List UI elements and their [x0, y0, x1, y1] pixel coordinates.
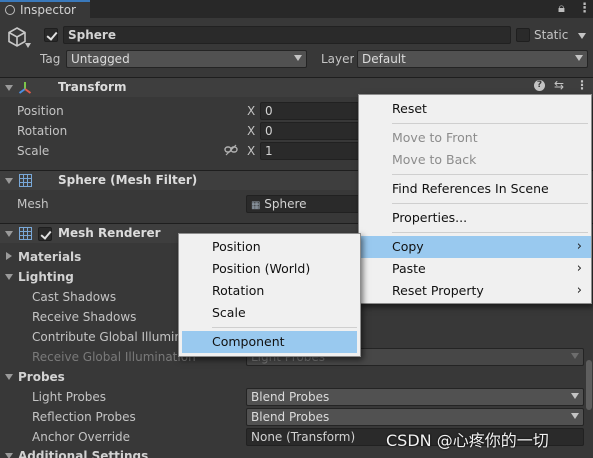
menu-separator: [212, 327, 357, 328]
static-dropdown-arrow[interactable]: [578, 33, 586, 39]
static-checkbox[interactable]: [516, 28, 530, 42]
menu-item-move-to-front: Move to Front: [392, 130, 478, 145]
more-options-icon[interactable]: ⋮: [576, 78, 588, 92]
foldout-arrow-icon[interactable]: [5, 85, 13, 91]
probes-foldout-icon[interactable]: [5, 374, 13, 380]
mesh-filter-icon: [19, 174, 32, 187]
submenu-item-rotation[interactable]: Rotation: [179, 280, 360, 302]
menu-separator: [392, 203, 588, 204]
menu-separator: [392, 232, 588, 233]
transform-icon: [18, 82, 32, 94]
position-label[interactable]: Position: [17, 104, 64, 118]
foldout-arrow-icon[interactable]: [5, 231, 13, 237]
mesh-filter-title: Sphere (Mesh Filter): [58, 173, 198, 187]
tag-value: Untagged: [71, 52, 130, 66]
additional-settings-foldout-icon[interactable]: [5, 453, 13, 458]
receive-shadows-label[interactable]: Receive Shadows: [32, 310, 136, 324]
additional-settings-label[interactable]: Additional Settings: [18, 449, 148, 458]
mesh-value: Sphere: [264, 197, 307, 211]
contribute-gi-label[interactable]: Contribute Global Illumina: [32, 330, 178, 344]
scrollbar-thumb[interactable]: [586, 360, 592, 410]
position-x-field[interactable]: 0: [260, 102, 360, 120]
rotation-x-field[interactable]: 0: [260, 122, 360, 140]
materials-label[interactable]: Materials: [18, 250, 81, 264]
position-x-axis[interactable]: X: [247, 104, 255, 118]
materials-foldout-icon[interactable]: [6, 252, 12, 260]
scale-x-axis[interactable]: X: [247, 144, 255, 158]
submenu-item-component[interactable]: Component: [182, 331, 357, 353]
menu-item-paste-label: Paste: [392, 261, 426, 276]
chevron-down-icon: [294, 55, 302, 61]
mesh-renderer-icon: [19, 227, 32, 240]
menu-item-find-references[interactable]: Find References In Scene: [359, 178, 591, 200]
submenu-item-position[interactable]: Position: [179, 236, 360, 258]
copy-submenu: Position Position (World) Rotation Scale…: [178, 233, 361, 357]
scale-label[interactable]: Scale: [17, 144, 49, 158]
submenu-item-position-world[interactable]: Position (World): [179, 258, 360, 280]
mesh-field[interactable]: ▦ Sphere: [246, 195, 360, 213]
probes-label[interactable]: Probes: [18, 370, 65, 384]
static-label: Static: [534, 28, 569, 42]
link-icon[interactable]: [224, 144, 238, 156]
layer-dropdown[interactable]: Default: [357, 50, 588, 68]
object-name-field[interactable]: Sphere: [63, 26, 511, 44]
submenu-arrow-icon: ›: [576, 239, 582, 254]
chevron-down-icon: [575, 55, 583, 61]
light-probes-dropdown[interactable]: Blend Probes: [246, 388, 584, 406]
tab-inspector[interactable]: Inspector: [0, 0, 90, 18]
mesh-renderer-title: Mesh Renderer: [58, 226, 161, 240]
layer-label: Layer: [321, 52, 355, 66]
icon-dropdown-arrow[interactable]: [25, 43, 31, 48]
watermark: CSDN @心疼你的一切: [386, 431, 549, 450]
tag-dropdown[interactable]: Untagged: [66, 50, 307, 68]
more-options-icon[interactable]: ⋮: [578, 1, 591, 16]
menu-item-properties[interactable]: Properties...: [359, 207, 591, 229]
reflection-probes-dropdown[interactable]: Blend Probes: [246, 408, 584, 426]
submenu-item-scale[interactable]: Scale: [179, 302, 360, 324]
submenu-arrow-icon: ›: [576, 261, 582, 276]
lighting-label[interactable]: Lighting: [18, 270, 74, 284]
preset-sliders-icon[interactable]: ⇆: [554, 78, 564, 92]
mesh-renderer-enabled-checkbox[interactable]: [38, 227, 52, 241]
context-menu: Reset Move to Front Move to Back Find Re…: [358, 94, 592, 304]
menu-item-reset-property-label: Reset Property: [392, 283, 484, 298]
menu-item-copy[interactable]: Copy ›: [359, 236, 591, 258]
transform-title: Transform: [58, 80, 127, 94]
anchor-override-label[interactable]: Anchor Override: [32, 430, 130, 444]
receive-gi-label: Receive Global Illumination: [32, 350, 196, 364]
light-probes-value: Blend Probes: [251, 390, 330, 404]
tag-label: Tag: [40, 52, 61, 66]
submenu-arrow-icon: ›: [576, 283, 582, 298]
rotation-label[interactable]: Rotation: [17, 124, 67, 138]
info-icon: [5, 5, 15, 15]
lock-icon[interactable]: 🔒︎: [558, 1, 565, 16]
rotation-x-axis[interactable]: X: [247, 124, 255, 138]
active-checkbox[interactable]: [44, 28, 58, 42]
cast-shadows-label[interactable]: Cast Shadows: [32, 290, 116, 304]
mesh-grid-icon: ▦: [251, 200, 261, 211]
foldout-arrow-icon[interactable]: [5, 178, 13, 184]
tab-title: Inspector: [20, 3, 76, 17]
light-probes-label[interactable]: Light Probes: [32, 390, 106, 404]
menu-item-reset-property[interactable]: Reset Property ›: [359, 280, 591, 302]
reflection-probes-label[interactable]: Reflection Probes: [32, 410, 136, 424]
menu-item-reset[interactable]: Reset: [359, 98, 591, 120]
menu-separator: [392, 174, 588, 175]
scale-x-field[interactable]: 1: [260, 142, 360, 160]
menu-item-copy-label: Copy: [392, 239, 424, 254]
menu-separator: [392, 123, 588, 124]
layer-value: Default: [362, 52, 406, 66]
chevron-down-icon: [571, 353, 579, 359]
menu-item-paste[interactable]: Paste ›: [359, 258, 591, 280]
reflection-probes-value: Blend Probes: [251, 410, 330, 424]
chevron-down-icon: [571, 413, 579, 419]
chevron-down-icon: [571, 393, 579, 399]
menu-item-move-to-back: Move to Back: [392, 152, 477, 167]
help-icon[interactable]: ?: [534, 80, 545, 91]
mesh-label[interactable]: Mesh: [17, 197, 49, 211]
lighting-foldout-icon[interactable]: [5, 274, 13, 280]
